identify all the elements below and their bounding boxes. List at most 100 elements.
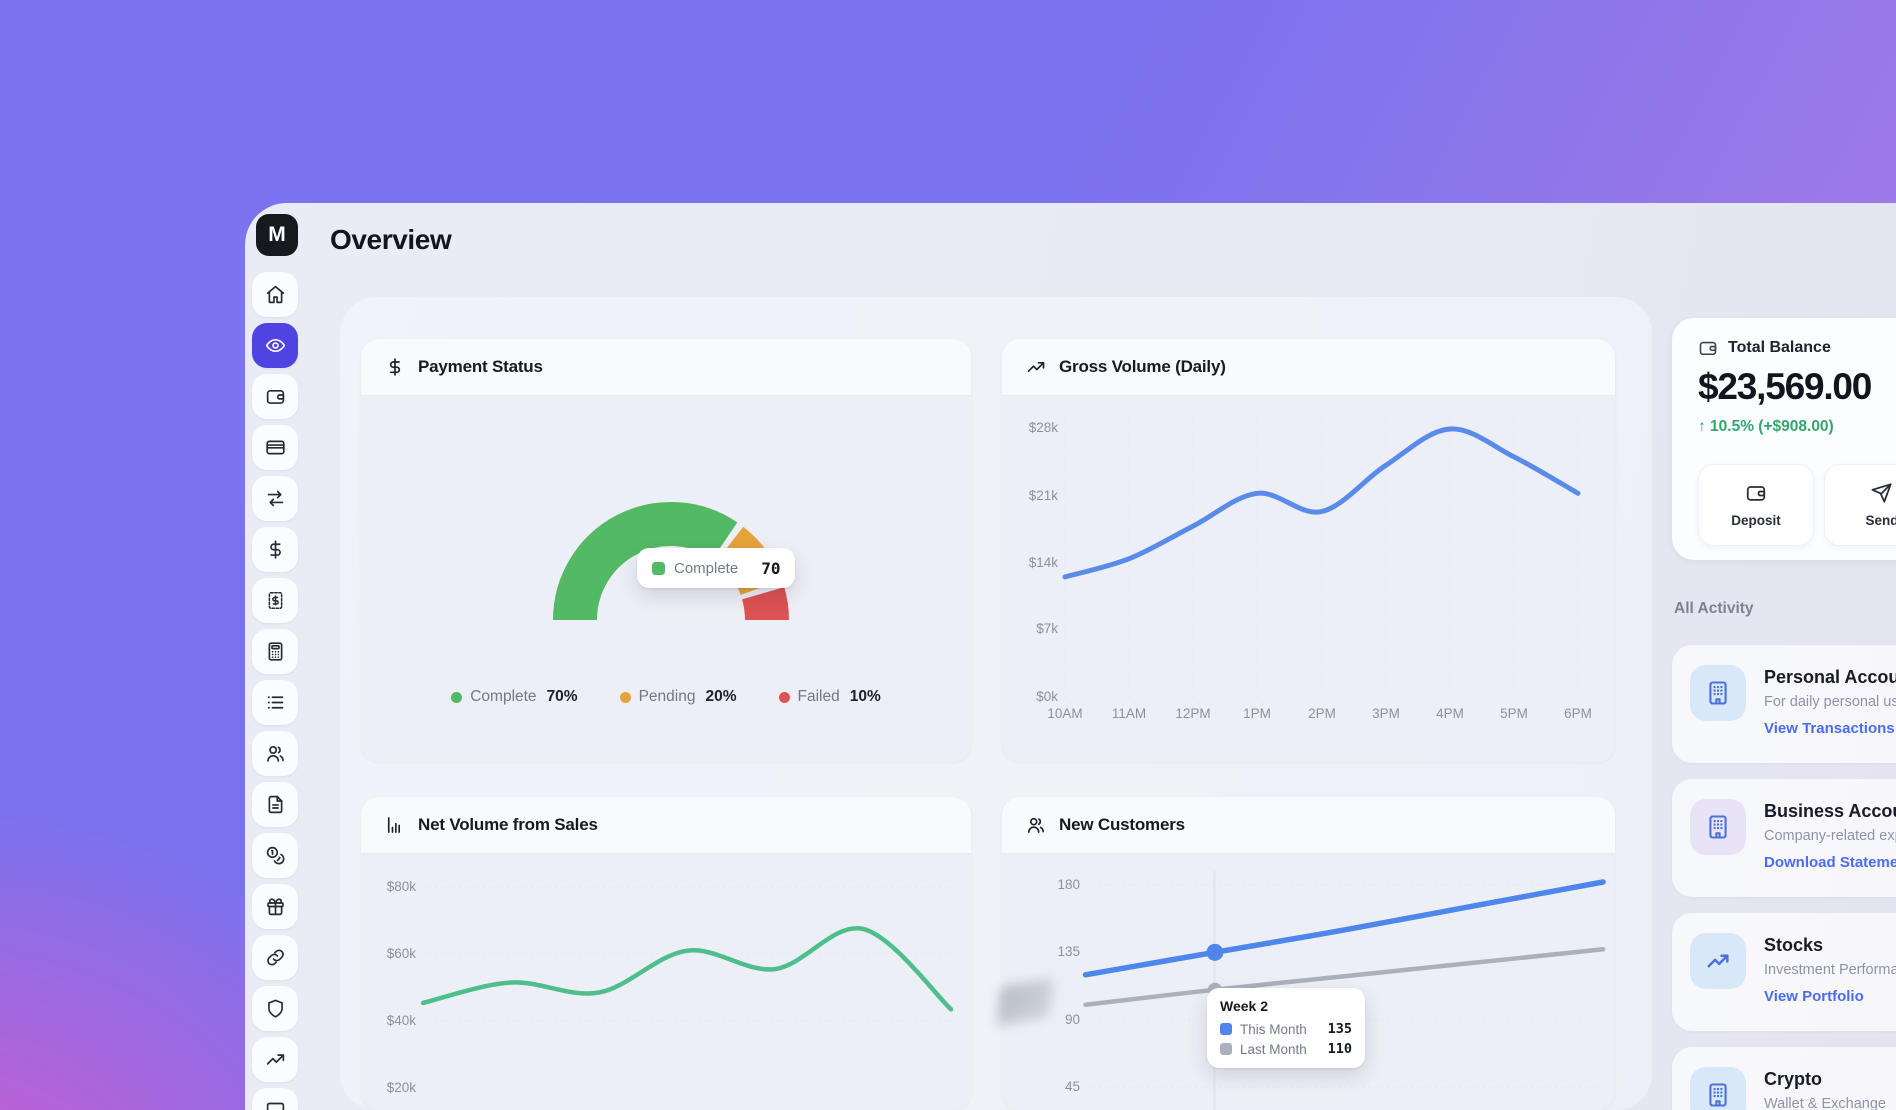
balance-header: Total Balance (1698, 338, 1831, 358)
card-title: Gross Volume (Daily) (1059, 357, 1226, 377)
sidebar-item-overview[interactable] (252, 323, 298, 368)
legend-item: Pending 20% (620, 688, 737, 706)
x-tick: 5PM (1482, 705, 1546, 723)
view-portfolio-link[interactable]: View Portfolio (1764, 988, 1864, 1005)
this-month-line (1086, 882, 1604, 975)
home-icon (265, 284, 286, 305)
tooltip-row: This Month 135 (1220, 1021, 1352, 1037)
sidebar-item-home[interactable] (252, 272, 298, 317)
tooltip-label: Last Month (1240, 1042, 1307, 1057)
gross-volume-card: Gross Volume (Daily) $28k $21k $14k $7k … (1002, 339, 1615, 762)
net-volume-line (423, 928, 951, 1009)
x-tick: 10AM (1033, 705, 1097, 723)
view-transactions-link[interactable]: View Transactions (1764, 720, 1895, 737)
sidebar-item-wallet[interactable] (252, 374, 298, 419)
tooltip-value: 110 (1328, 1041, 1352, 1057)
sidebar-item-payments[interactable] (252, 527, 298, 572)
sidebar-item-list[interactable] (252, 680, 298, 725)
all-activity-label: All Activity (1674, 600, 1754, 618)
page-title: Overview (330, 224, 451, 256)
list-icon (265, 692, 286, 713)
payment-status-legend: Complete 70% Pending 20% Failed 10% (361, 688, 971, 706)
screen: M Overview (0, 0, 1896, 1110)
legend-value: 20% (705, 688, 736, 706)
send-icon (1871, 482, 1893, 504)
sidebar-item-trends[interactable] (252, 1037, 298, 1082)
activity-item-stocks[interactable]: Stocks Investment Performance View Portf… (1672, 913, 1896, 1031)
net-volume-card: Net Volume from Sales $80k $60k $40k $20… (361, 797, 971, 1110)
card-title: Net Volume from Sales (418, 815, 598, 835)
this-month-swatch (1220, 1023, 1232, 1035)
send-label: Send (1865, 513, 1896, 528)
failed-dot (779, 692, 790, 703)
tooltip-row: Last Month 110 (1220, 1041, 1352, 1057)
legend-label: Pending (639, 688, 696, 706)
receipt-icon (265, 590, 286, 611)
x-tick: 11AM (1097, 705, 1161, 723)
gift-icon (265, 896, 286, 917)
bar-chart-icon (385, 815, 405, 835)
sidebar-item-transfers[interactable] (252, 476, 298, 521)
trending-up-icon (1690, 933, 1746, 989)
users-icon (265, 743, 286, 764)
balance-label: Total Balance (1728, 339, 1831, 357)
new-customers-tooltip: Week 2 This Month 135 Last Month 110 (1207, 988, 1365, 1068)
gauge-tooltip: Complete 70 (637, 548, 795, 588)
building-icon (1690, 665, 1746, 721)
pending-dot (620, 692, 631, 703)
link-icon (265, 947, 286, 968)
sidebar-item-devices[interactable] (252, 1088, 298, 1110)
users-icon (1026, 815, 1046, 835)
net-volume-chart (361, 853, 971, 1110)
legend-value: 70% (547, 688, 578, 706)
sidebar-item-coins[interactable] (252, 833, 298, 878)
sidebar-item-security[interactable] (252, 986, 298, 1031)
building-icon (1690, 799, 1746, 855)
send-button[interactable]: Send (1824, 464, 1896, 546)
dollar-icon (385, 357, 405, 377)
sidebar-item-links[interactable] (252, 935, 298, 980)
balance-amount: $23,569.00 (1698, 366, 1871, 408)
monitor-icon (265, 1100, 286, 1110)
last-month-swatch (1220, 1043, 1232, 1055)
card-title: Payment Status (418, 357, 543, 377)
complete-dot (451, 692, 462, 703)
app-logo[interactable]: M (256, 214, 298, 256)
gauge-tooltip-label: Complete (674, 560, 738, 577)
x-tick: 4PM (1418, 705, 1482, 723)
activity-item-crypto[interactable]: Crypto Wallet & Exchange (1672, 1047, 1896, 1110)
activity-item-business-account[interactable]: Business Account Company-related expense… (1672, 779, 1896, 897)
new-customers-header: New Customers (1002, 797, 1615, 854)
building-icon (1690, 1067, 1746, 1110)
grid (1065, 415, 1578, 700)
trending-up-icon (265, 1049, 286, 1070)
trending-up-icon (1026, 357, 1046, 377)
activity-title: Business Account (1764, 801, 1896, 822)
sidebar-item-documents[interactable] (252, 782, 298, 827)
sidebar-item-customers[interactable] (252, 731, 298, 776)
deposit-button[interactable]: Deposit (1698, 464, 1814, 546)
card-title: New Customers (1059, 815, 1185, 835)
activity-title: Crypto (1764, 1069, 1822, 1090)
wallet-icon (1698, 338, 1718, 358)
sidebar-item-calculator[interactable] (252, 629, 298, 674)
total-balance-card: Total Balance $23,569.00 ↑ 10.5% (+$908.… (1672, 318, 1896, 560)
legend-value: 10% (850, 688, 881, 706)
legend-label: Failed (798, 688, 840, 706)
app-logo-letter: M (268, 223, 286, 247)
credit-card-icon (265, 437, 286, 458)
sidebar-item-rewards[interactable] (252, 884, 298, 929)
gauge-tooltip-value: 70 (761, 559, 780, 578)
tooltip-value: 135 (1328, 1021, 1352, 1037)
new-customers-chart (1002, 853, 1615, 1110)
activity-subtitle: For daily personal use (1764, 694, 1896, 710)
shield-icon (265, 998, 286, 1019)
x-tick: 3PM (1354, 705, 1418, 723)
payment-status-header: Payment Status (361, 339, 971, 396)
download-statements-link[interactable]: Download Statements (1764, 854, 1896, 871)
gross-volume-header: Gross Volume (Daily) (1002, 339, 1615, 396)
wallet-icon (1745, 482, 1767, 504)
sidebar-item-invoices[interactable] (252, 578, 298, 623)
sidebar-item-cards[interactable] (252, 425, 298, 470)
activity-item-personal-account[interactable]: Personal Account For daily personal use … (1672, 645, 1896, 763)
